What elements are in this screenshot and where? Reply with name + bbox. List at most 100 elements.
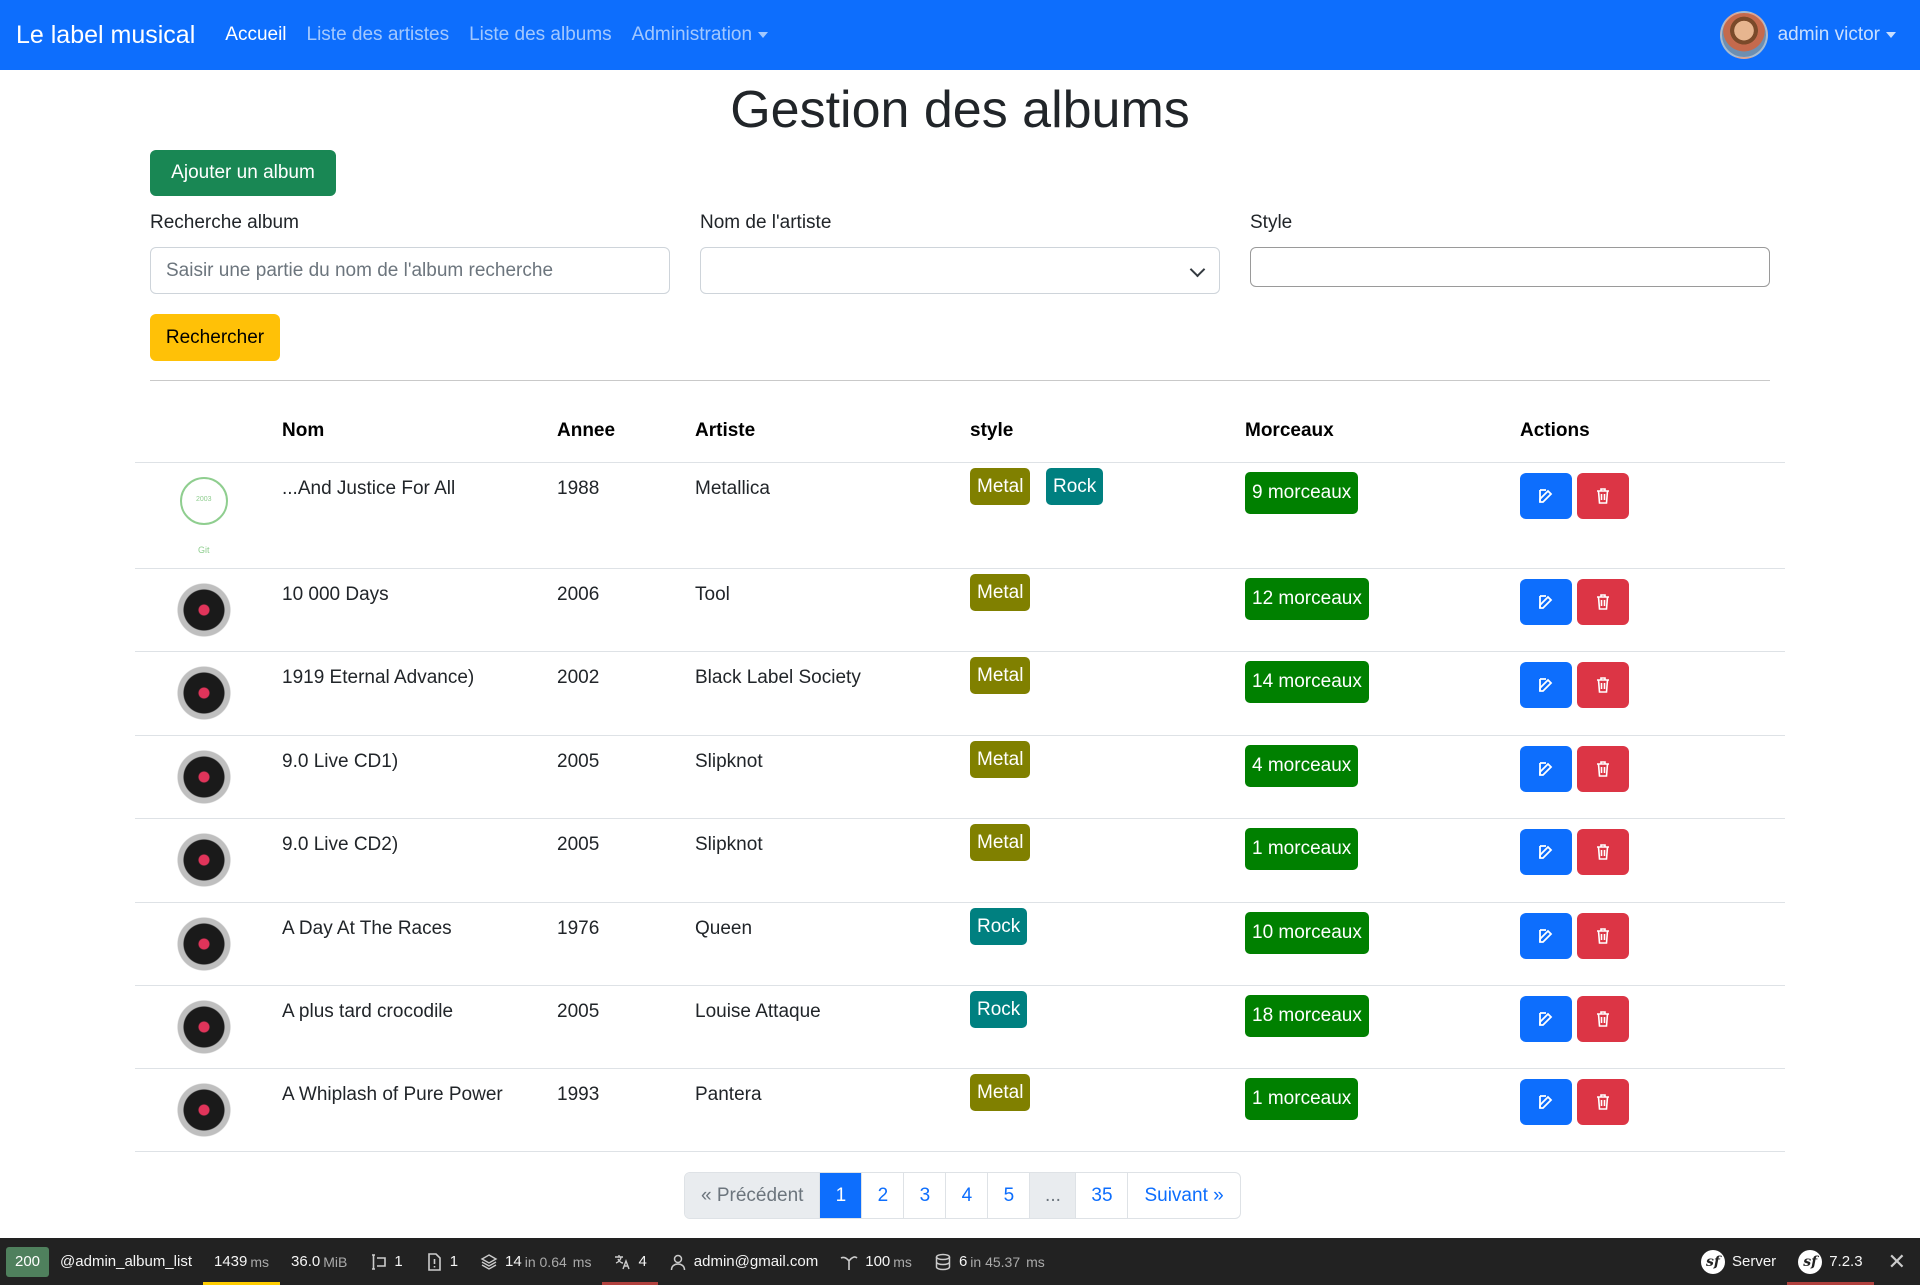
style-input[interactable] — [1250, 247, 1770, 287]
album-artist: Slipknot — [695, 751, 763, 772]
nav-link-administration[interactable]: Administration — [631, 24, 769, 46]
edit-button[interactable] — [1520, 746, 1572, 792]
morceaux-badge: 1 morceaux — [1245, 828, 1359, 870]
cache-detail: in 0.64 — [524, 1253, 567, 1270]
trash-icon — [1597, 844, 1609, 860]
twig-unit: ms — [893, 1253, 912, 1270]
delete-button[interactable] — [1577, 473, 1629, 519]
close-icon[interactable]: ✕ — [1874, 1249, 1920, 1275]
nav-link-albums[interactable]: Liste des albums — [469, 24, 612, 46]
debug-translations[interactable]: 4 — [602, 1238, 659, 1285]
album-name: A Whiplash of Pure Power — [282, 1084, 503, 1105]
debug-forms[interactable]: 1 — [358, 1238, 413, 1285]
album-name: A Day At The Races — [282, 918, 452, 939]
debug-server[interactable]: sf Server — [1690, 1238, 1787, 1285]
delete-button[interactable] — [1577, 1079, 1629, 1125]
table-header-divider — [135, 462, 1785, 463]
delete-button[interactable] — [1577, 746, 1629, 792]
style-badge: Metal — [970, 468, 1031, 505]
pagination-page-2[interactable]: 2 — [861, 1173, 903, 1218]
nav-link-accueil[interactable]: Accueil — [225, 24, 286, 46]
search-button[interactable]: Rechercher — [150, 314, 280, 361]
debug-twig[interactable]: 100 ms — [829, 1238, 923, 1285]
debug-cache[interactable]: 14 in 0.64 ms — [469, 1238, 602, 1285]
pagination-page-35[interactable]: 35 — [1075, 1173, 1127, 1218]
column-header-morceaux: Morceaux — [1245, 420, 1334, 441]
table-row-divider — [135, 818, 1785, 819]
debug-database[interactable]: 6 in 45.37 ms — [923, 1238, 1056, 1285]
debug-user[interactable]: admin@gmail.com — [658, 1238, 829, 1285]
delete-button[interactable] — [1577, 579, 1629, 625]
server-label: Server — [1732, 1253, 1777, 1270]
album-name: 1919 Eternal Advance) — [282, 667, 475, 688]
version-label: 7.2.3 — [1829, 1253, 1863, 1270]
album-search-input[interactable]: Saisir une partie du nom de l'album rech… — [150, 247, 670, 294]
db-count: 6 — [958, 1253, 968, 1270]
twig-icon — [840, 1255, 858, 1270]
debug-version[interactable]: sf 7.2.3 — [1787, 1238, 1874, 1285]
top-navbar: Le label musical Accueil Liste des artis… — [0, 0, 1920, 70]
avatar — [1719, 11, 1768, 59]
administration-label: Administration — [631, 24, 753, 45]
style-badge: Metal — [970, 741, 1031, 778]
edit-icon — [1539, 678, 1553, 692]
log-icon — [427, 1252, 441, 1271]
pagination-page-1[interactable]: 1 — [819, 1173, 862, 1218]
database-icon — [935, 1253, 951, 1270]
nav-links: Accueil Liste des artistes Liste des alb… — [225, 24, 769, 46]
debug-memory[interactable]: 36.0 MiB — [280, 1238, 358, 1285]
trash-icon — [1597, 488, 1609, 504]
edit-button[interactable] — [1520, 662, 1572, 708]
brand-logo[interactable]: Le label musical — [16, 21, 195, 50]
column-header-actions: Actions — [1520, 420, 1590, 441]
pagination-page-4[interactable]: 4 — [945, 1173, 987, 1218]
symfony-icon: sf — [1701, 1249, 1725, 1274]
edit-button[interactable] — [1520, 913, 1572, 959]
db-detail: in 45.37 — [970, 1253, 1021, 1270]
style-badge: Metal — [970, 824, 1031, 861]
album-name: 10 000 Days — [282, 584, 389, 605]
delete-button[interactable] — [1577, 996, 1629, 1042]
edit-button[interactable] — [1520, 829, 1572, 875]
vinyl-icon — [174, 914, 234, 974]
vinyl-icon — [174, 997, 234, 1057]
style-badge: Metal — [970, 1074, 1031, 1111]
delete-button[interactable] — [1577, 913, 1629, 959]
pagination-page-3[interactable]: 3 — [903, 1173, 945, 1218]
vinyl-icon — [174, 747, 234, 807]
debug-time[interactable]: 1439 ms — [202, 1238, 281, 1285]
style-badge: Metal — [970, 657, 1031, 694]
add-album-button[interactable]: Ajouter un album — [150, 150, 336, 196]
column-header-style: style — [970, 420, 1014, 441]
pagination-page-5[interactable]: 5 — [987, 1173, 1029, 1218]
edit-icon — [1539, 489, 1553, 503]
twig-value: 100 — [865, 1253, 891, 1270]
edit-button[interactable] — [1520, 579, 1572, 625]
debug-logs[interactable]: 1 — [414, 1238, 469, 1285]
trash-icon — [1597, 1094, 1609, 1110]
album-artist: Metallica — [695, 478, 770, 499]
edit-button[interactable] — [1520, 996, 1572, 1042]
artist-select[interactable] — [700, 247, 1220, 294]
album-year: 2006 — [557, 584, 600, 605]
album-name: 9.0 Live CD2) — [282, 834, 399, 855]
morceaux-badge: 10 morceaux — [1245, 912, 1369, 954]
album-year: 2005 — [557, 1001, 600, 1022]
edit-button[interactable] — [1520, 1079, 1572, 1125]
pagination-ellipsis: ... — [1029, 1173, 1076, 1218]
pagination-next[interactable]: Suivant » — [1127, 1173, 1239, 1218]
column-header-nom: Nom — [282, 420, 325, 441]
debug-route[interactable]: @admin_album_list — [49, 1238, 203, 1285]
nav-link-artistes[interactable]: Liste des artistes — [307, 24, 450, 46]
album-artist: Pantera — [695, 1084, 762, 1105]
user-name: admin victor — [1777, 24, 1880, 45]
delete-button[interactable] — [1577, 662, 1629, 708]
album-artist: Queen — [695, 918, 753, 939]
status-badge[interactable]: 200 — [6, 1246, 50, 1277]
delete-button[interactable] — [1577, 829, 1629, 875]
column-header-annee: Annee — [557, 420, 616, 441]
edit-button[interactable] — [1520, 473, 1572, 519]
user-menu[interactable]: admin victor — [1719, 10, 1896, 60]
album-name: ...And Justice For All — [282, 478, 456, 499]
morceaux-badge: 18 morceaux — [1245, 995, 1369, 1037]
